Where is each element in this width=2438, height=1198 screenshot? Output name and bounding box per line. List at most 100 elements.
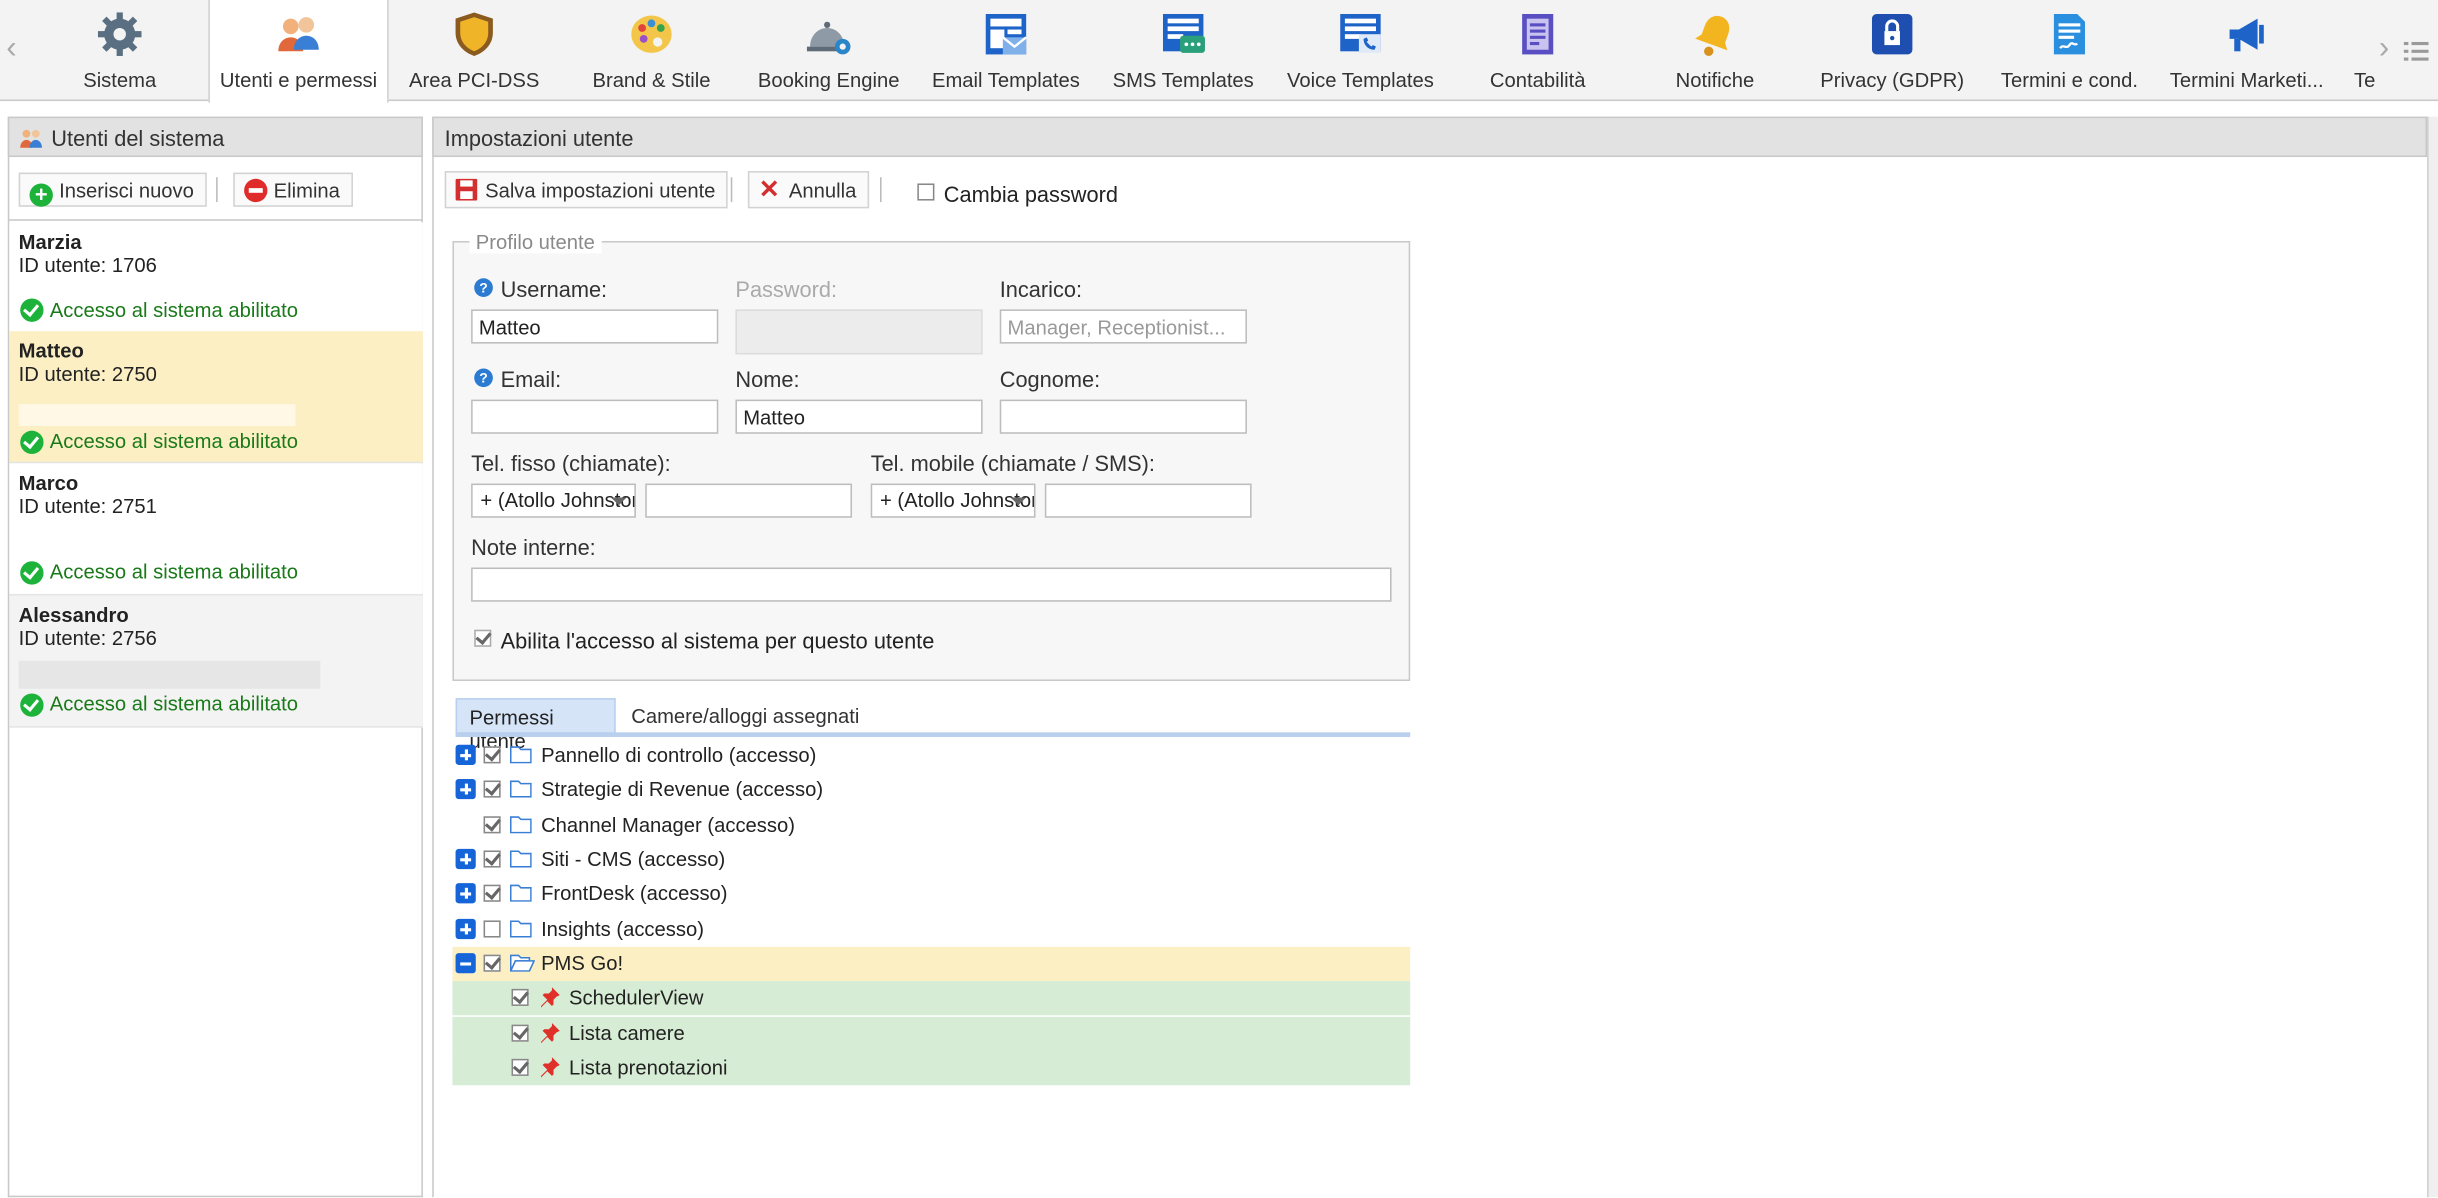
cancel-label: Annulla bbox=[788, 178, 857, 203]
tree-label: Siti - CMS (accesso) bbox=[541, 847, 726, 871]
cancel-button[interactable]: ✕ Annulla bbox=[747, 171, 869, 209]
privacy-lock-icon bbox=[1871, 13, 1913, 55]
incarico-input[interactable] bbox=[999, 309, 1247, 344]
help-icon[interactable]: ? bbox=[474, 368, 493, 388]
enable-access-label: Abilita l'accesso al sistema per questo … bbox=[500, 628, 935, 654]
tab-camere-alloggi[interactable]: Camere/alloggi assegnati bbox=[622, 698, 871, 734]
user-id: ID utente: 2756 bbox=[18, 626, 157, 650]
tel-fisso-country-select[interactable]: + (Atollo Johnston) bbox=[471, 483, 636, 518]
permission-checkbox[interactable] bbox=[483, 780, 501, 798]
permission-checkbox[interactable] bbox=[483, 850, 501, 868]
tree-label: Strategie di Revenue (accesso) bbox=[541, 777, 824, 801]
delete-button[interactable]: Elimina bbox=[233, 172, 353, 207]
tab-booking-engine[interactable]: Booking Engine bbox=[740, 0, 917, 100]
tel-fisso-input[interactable] bbox=[645, 483, 853, 518]
username-input[interactable] bbox=[471, 309, 719, 344]
tab-label: Camere/alloggi assegnati bbox=[631, 704, 860, 728]
user-status: Accesso al sistema abilitato bbox=[49, 429, 299, 453]
tel-fisso-label: Tel. fisso (chiamate): bbox=[471, 450, 671, 476]
add-icon: + bbox=[29, 183, 53, 207]
tab-voice-templates[interactable]: Voice Templates bbox=[1272, 0, 1449, 100]
tab-notifiche[interactable]: Notifiche bbox=[1626, 0, 1803, 100]
user-list-item[interactable]: Marco ID utente: 2751 Accesso al sistema… bbox=[9, 463, 423, 596]
tab-area-pci-dss[interactable]: Area PCI-DSS bbox=[386, 0, 563, 100]
collapse-icon[interactable] bbox=[455, 953, 476, 974]
chevron-down-icon bbox=[1010, 497, 1027, 506]
users-panel-title: Utenti del sistema bbox=[51, 125, 225, 151]
permission-checkbox[interactable] bbox=[483, 746, 501, 764]
tel-mobile-country-select[interactable]: + (Atollo Johnston) bbox=[870, 483, 1036, 518]
user-list-item-selected[interactable]: Matteo ID utente: 2750 Accesso al sistem… bbox=[9, 331, 423, 464]
tab-permessi-utente[interactable]: Permessi utente bbox=[455, 698, 616, 753]
tab-privacy-gdpr[interactable]: Privacy (GDPR) bbox=[1804, 0, 1981, 100]
tel-mobile-input[interactable] bbox=[1044, 483, 1252, 518]
permission-checkbox[interactable] bbox=[483, 816, 501, 834]
user-id: ID utente: 2750 bbox=[18, 362, 157, 386]
tree-row[interactable]: Strategie di Revenue (accesso) bbox=[452, 773, 1410, 807]
permission-checkbox[interactable] bbox=[511, 1024, 529, 1042]
tree-label: PMS Go! bbox=[541, 951, 624, 975]
tab-contabilita[interactable]: Contabilità bbox=[1449, 0, 1626, 100]
tree-label: Insights (accesso) bbox=[541, 917, 704, 941]
tree-row-child[interactable]: Lista prenotazioni bbox=[452, 1051, 1411, 1086]
tab-sms-templates[interactable]: SMS Templates bbox=[1095, 0, 1272, 100]
folder-icon bbox=[509, 920, 532, 938]
email-label: Email: bbox=[500, 366, 562, 392]
tab-brand-stile[interactable]: Brand & Stile bbox=[563, 0, 740, 100]
pin-icon bbox=[541, 1057, 560, 1078]
toolbar-divider bbox=[730, 177, 733, 203]
scroll-right-icon[interactable]: › bbox=[2379, 31, 2389, 67]
enable-access-checkbox[interactable] bbox=[474, 629, 492, 647]
tree-row[interactable]: Pannello di controllo (accesso) bbox=[452, 739, 1410, 773]
change-password-checkbox[interactable] bbox=[917, 183, 935, 201]
remove-icon bbox=[244, 178, 268, 203]
help-icon[interactable]: ? bbox=[474, 278, 493, 297]
permission-checkbox[interactable] bbox=[511, 988, 529, 1006]
tree-row-child[interactable]: Lista camere bbox=[452, 1016, 1411, 1052]
expand-icon[interactable] bbox=[455, 778, 476, 800]
tree-row[interactable]: Insights (accesso) bbox=[452, 913, 1410, 947]
user-list-item[interactable]: Alessandro ID utente: 2756 Accesso al si… bbox=[9, 595, 423, 728]
cognome-input[interactable] bbox=[999, 399, 1247, 434]
voice-template-icon bbox=[1340, 13, 1381, 53]
tab-label: Brand & Stile bbox=[592, 68, 711, 92]
folder-open-icon bbox=[509, 954, 535, 972]
expand-icon[interactable] bbox=[455, 744, 476, 765]
tree-row[interactable]: Siti - CMS (accesso) bbox=[452, 843, 1410, 877]
user-id: ID utente: 1706 bbox=[18, 253, 157, 277]
expand-icon[interactable] bbox=[455, 918, 476, 940]
tree-row-child[interactable]: SchedulerView bbox=[452, 981, 1411, 1016]
scroll-left-icon[interactable]: ‹ bbox=[6, 31, 16, 67]
tree-row-selected[interactable]: PMS Go! bbox=[452, 946, 1411, 982]
insert-new-button[interactable]: + Inserisci nuovo bbox=[18, 172, 207, 207]
tab-utenti-permessi[interactable]: Utenti e permessi bbox=[208, 0, 389, 103]
expand-icon[interactable] bbox=[455, 883, 476, 904]
tab-label: Booking Engine bbox=[757, 68, 900, 92]
permission-checkbox[interactable] bbox=[511, 1058, 529, 1076]
folder-icon bbox=[509, 884, 532, 902]
nome-input[interactable] bbox=[735, 399, 983, 434]
save-settings-button[interactable]: Salva impostazioni utente bbox=[444, 171, 728, 209]
incarico-label: Incarico: bbox=[999, 276, 1083, 302]
permission-checkbox[interactable] bbox=[483, 954, 501, 972]
tab-label: Email Templates bbox=[931, 68, 1080, 92]
scrollbar[interactable] bbox=[2427, 116, 2438, 1198]
tab-termini-marketing[interactable]: Termini Marketi... bbox=[2158, 0, 2335, 100]
tree-label: Channel Manager (accesso) bbox=[541, 813, 795, 837]
tab-termini-cond[interactable]: Termini e cond. bbox=[1981, 0, 2158, 100]
note-input[interactable] bbox=[471, 567, 1392, 602]
settings-panel-header: Impostazioni utente bbox=[432, 116, 2428, 158]
folder-icon bbox=[509, 816, 532, 834]
permission-checkbox[interactable] bbox=[483, 884, 501, 902]
permission-checkbox[interactable] bbox=[483, 920, 501, 938]
tree-row[interactable]: FrontDesk (accesso) bbox=[452, 877, 1410, 911]
users-icon bbox=[20, 129, 42, 148]
expand-icon[interactable] bbox=[455, 848, 476, 870]
email-input[interactable] bbox=[471, 399, 719, 434]
tab-email-templates[interactable]: Email Templates bbox=[917, 0, 1094, 100]
tree-row[interactable]: Channel Manager (accesso) bbox=[452, 808, 1410, 842]
tab-sistema[interactable]: Sistema bbox=[31, 0, 208, 100]
user-status: Accesso al sistema abilitato bbox=[49, 691, 299, 716]
tab-label: Te bbox=[2353, 68, 2376, 92]
menu-list-icon[interactable] bbox=[2403, 40, 2429, 62]
